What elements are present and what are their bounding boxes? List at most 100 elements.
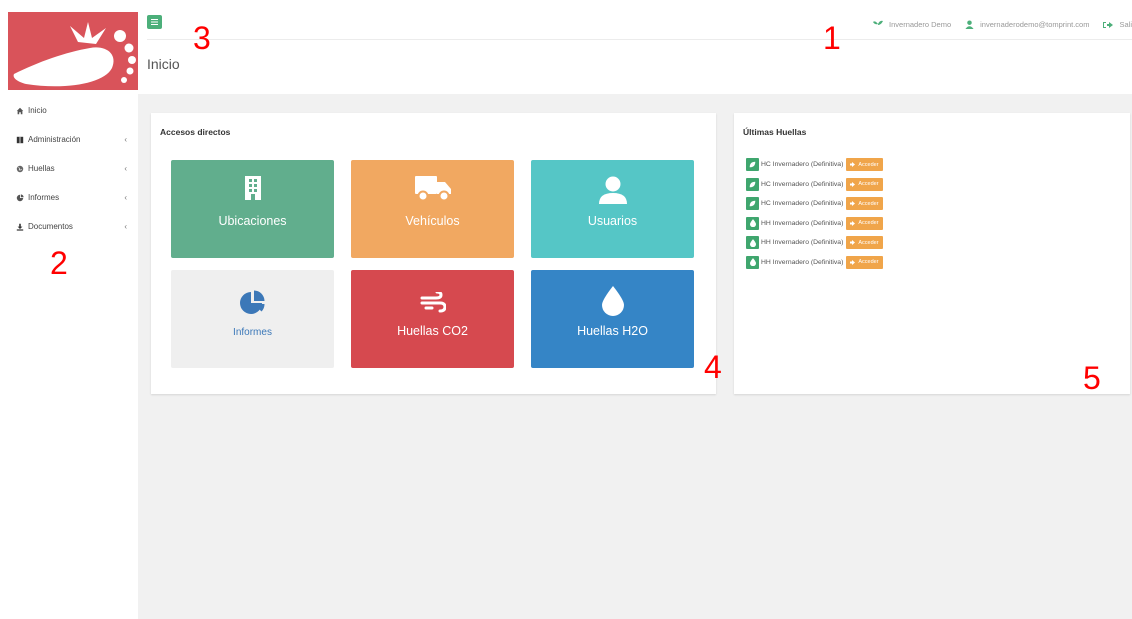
building-icon	[171, 176, 334, 200]
access-button-label: Acceder	[858, 200, 879, 207]
sidebar-item-informes[interactable]: Informes ‹	[0, 183, 138, 212]
access-button-label: Acceder	[858, 239, 879, 246]
sign-in-icon	[850, 259, 856, 265]
list-item: HH Invernadero (Definitiva) Acceder	[746, 233, 883, 253]
tile-label: Usuarios	[587, 214, 638, 228]
page-title: Inicio	[147, 56, 180, 72]
tile-label: Huellas H2O	[577, 324, 648, 338]
sidebar: Inicio Administración ‹ Huellas ‹ Inform…	[0, 0, 138, 619]
sprout-icon	[873, 20, 884, 29]
chevron-left-icon: ‹	[124, 222, 127, 231]
access-button-label: Acceder	[858, 220, 879, 227]
user-bar: Invernadero Demo invernaderodemo@tomprin…	[873, 20, 1132, 29]
shortcuts-panel: Accesos directos Ubicaciones Vehículos U…	[151, 113, 716, 394]
sidebar-item-label: Huellas	[28, 164, 55, 173]
sidebar-item-administracion[interactable]: Administración ‹	[0, 125, 138, 154]
workspace-name: Invernadero Demo	[889, 20, 952, 29]
pie-chart-icon	[171, 290, 334, 316]
tile-label: Vehículos	[405, 214, 460, 228]
recent-title: Últimas Huellas	[743, 127, 807, 137]
sidebar-item-label: Administración	[28, 135, 81, 144]
leaf-icon	[746, 197, 759, 211]
logout-label: Sali	[1119, 20, 1132, 29]
user-icon	[531, 176, 694, 204]
annotation-2: 2	[50, 245, 68, 281]
water-drop-icon	[531, 286, 694, 316]
list-item: HH Invernadero (Definitiva) Acceder	[746, 253, 883, 273]
truck-icon	[351, 176, 514, 202]
workspace-link[interactable]: Invernadero Demo	[873, 20, 951, 29]
footprint-name: HH Invernadero (Definitiva)	[761, 258, 844, 266]
footprint-name: HC Invernadero (Definitiva)	[761, 200, 844, 208]
list-item: HC Invernadero (Definitiva) Acceder	[746, 155, 883, 175]
sidebar-item-inicio[interactable]: Inicio	[0, 96, 138, 125]
pie-chart-icon	[15, 193, 25, 202]
header-divider	[147, 39, 1132, 40]
recent-list: HC Invernadero (Definitiva) Acceder HC I…	[746, 155, 883, 272]
user-icon	[965, 20, 974, 29]
water-drop-icon	[746, 216, 759, 230]
tile-usuarios[interactable]: Usuarios	[531, 160, 694, 258]
tile-label: Huellas CO2	[397, 324, 468, 338]
list-item: HH Invernadero (Definitiva) Acceder	[746, 214, 883, 234]
logout-link[interactable]: Sali	[1103, 20, 1132, 29]
sidebar-toggle-button[interactable]	[147, 15, 162, 29]
brand-logo[interactable]	[8, 12, 138, 90]
access-button-label: Acceder	[858, 181, 879, 188]
annotation-5: 5	[1083, 360, 1101, 396]
sign-in-icon	[850, 220, 856, 226]
footprint-name: HC Invernadero (Definitiva)	[761, 180, 844, 188]
tile-huellas-h2o[interactable]: Huellas H2O	[531, 270, 694, 368]
tile-huellas-co2[interactable]: Huellas CO2	[351, 270, 514, 368]
tile-label: Ubicaciones	[218, 214, 287, 228]
footprint-name: HH Invernadero (Definitiva)	[761, 239, 844, 247]
recent-footprints-panel: Últimas Huellas HC Invernadero (Definiti…	[734, 113, 1130, 394]
tile-label: Informes	[233, 327, 272, 338]
shortcuts-title: Accesos directos	[160, 127, 231, 137]
chevron-left-icon: ‹	[124, 193, 127, 202]
access-button[interactable]: Acceder	[846, 197, 883, 211]
sidebar-item-label: Documentos	[28, 222, 73, 231]
chevron-left-icon: ‹	[124, 164, 127, 173]
leaf-icon	[746, 177, 759, 191]
footprint-name: HH Invernadero (Definitiva)	[761, 219, 844, 227]
app-window: Inicio Administración ‹ Huellas ‹ Inform…	[0, 0, 1132, 619]
access-button[interactable]: Acceder	[846, 255, 883, 269]
access-button[interactable]: Acceder	[846, 236, 883, 250]
hamburger-icon	[151, 19, 158, 25]
tile-informes[interactable]: Informes	[171, 270, 334, 368]
footprint-name: HC Invernadero (Definitiva)	[761, 161, 844, 169]
tile-vehiculos[interactable]: Vehículos	[351, 160, 514, 258]
list-item: HC Invernadero (Definitiva) Acceder	[746, 194, 883, 214]
sign-in-icon	[850, 240, 856, 246]
user-account-link[interactable]: invernaderodemo@tomprint.com	[965, 20, 1089, 29]
list-item: HC Invernadero (Definitiva) Acceder	[746, 175, 883, 195]
sidebar-item-huellas[interactable]: Huellas ‹	[0, 154, 138, 183]
tile-ubicaciones[interactable]: Ubicaciones	[171, 160, 334, 258]
annotation-3: 3	[193, 20, 211, 56]
main-content: Accesos directos Ubicaciones Vehículos U…	[138, 94, 1132, 619]
home-icon	[15, 107, 25, 115]
sidebar-item-documentos[interactable]: Documentos ‹	[0, 212, 138, 241]
water-drop-icon	[746, 236, 759, 250]
annotation-1: 1	[823, 20, 841, 56]
water-drop-icon	[746, 255, 759, 269]
access-button[interactable]: Acceder	[846, 158, 883, 172]
wind-icon	[351, 292, 514, 314]
book-icon	[15, 136, 25, 144]
sign-in-icon	[850, 162, 856, 168]
access-button[interactable]: Acceder	[846, 177, 883, 191]
sign-in-icon	[850, 181, 856, 187]
annotation-4: 4	[704, 349, 722, 385]
user-email: invernaderodemo@tomprint.com	[980, 20, 1090, 29]
globe-icon	[15, 165, 25, 173]
sidebar-item-label: Informes	[28, 193, 60, 202]
sign-in-icon	[850, 201, 856, 207]
sign-out-icon	[1103, 21, 1114, 28]
sidebar-item-label: Inicio	[28, 106, 47, 115]
access-button-label: Acceder	[858, 161, 879, 168]
sidebar-nav: Inicio Administración ‹ Huellas ‹ Inform…	[0, 96, 138, 241]
chevron-left-icon: ‹	[124, 135, 127, 144]
leaf-icon	[746, 158, 759, 172]
access-button[interactable]: Acceder	[846, 216, 883, 230]
